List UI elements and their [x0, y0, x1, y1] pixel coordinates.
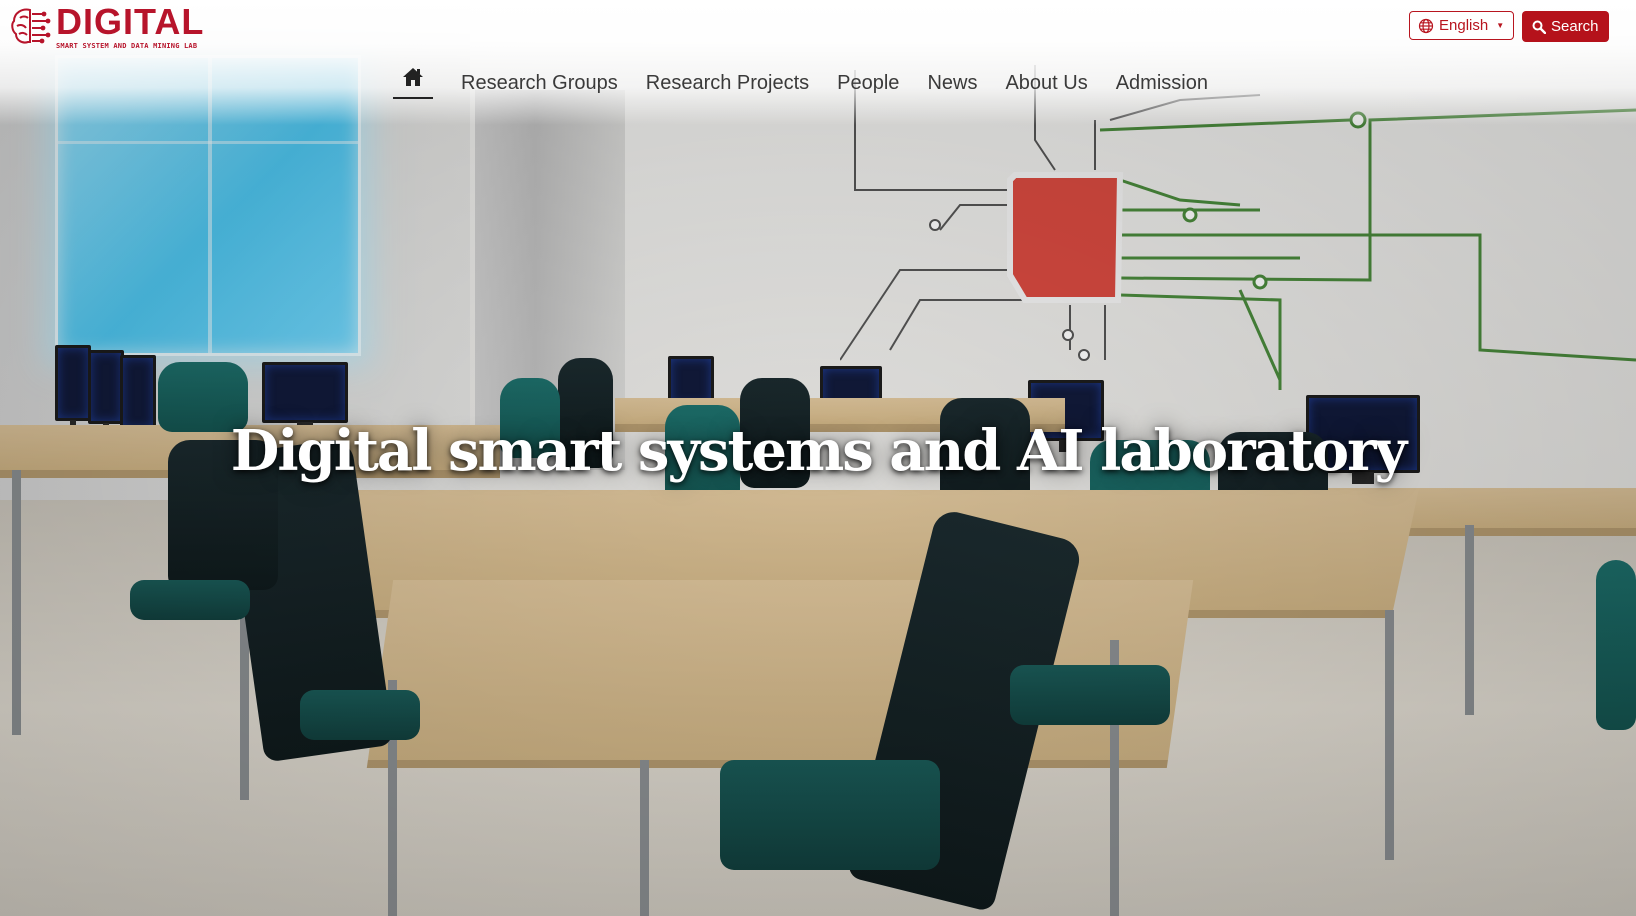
- nav-item-news[interactable]: News: [927, 71, 977, 95]
- nav-item-people[interactable]: People: [837, 71, 899, 95]
- home-icon: [403, 68, 423, 86]
- search-icon: [1532, 20, 1546, 34]
- page: DIGITAL SMART SYSTEM AND DATA MINING LAB…: [0, 0, 1636, 916]
- search-button[interactable]: Search: [1522, 11, 1609, 42]
- globe-icon: [1418, 18, 1434, 33]
- brain-circuit-icon: [11, 8, 51, 44]
- language-label: English: [1439, 17, 1489, 34]
- main-nav: Research Groups Research Projects People…: [393, 66, 1222, 99]
- nav-item-about-us[interactable]: About Us: [1005, 71, 1087, 95]
- logo-text: DIGITAL SMART SYSTEM AND DATA MINING LAB: [56, 1, 205, 51]
- search-label: Search: [1551, 18, 1599, 35]
- nav-item-research-groups[interactable]: Research Groups: [461, 71, 618, 95]
- hero-title: Digital smart systems and AI laboratory: [230, 418, 1407, 484]
- caret-down-icon: ▼: [1496, 21, 1505, 30]
- nav-item-admission[interactable]: Admission: [1116, 71, 1208, 95]
- logo-title: DIGITAL: [56, 1, 205, 42]
- nav-item-research-projects[interactable]: Research Projects: [646, 71, 809, 95]
- logo-subtitle: SMART SYSTEM AND DATA MINING LAB: [56, 42, 198, 50]
- site-logo[interactable]: DIGITAL SMART SYSTEM AND DATA MINING LAB: [8, 4, 204, 50]
- header-fade: [0, 0, 1636, 125]
- nav-home[interactable]: [393, 66, 433, 99]
- language-dropdown[interactable]: English ▼: [1409, 11, 1515, 40]
